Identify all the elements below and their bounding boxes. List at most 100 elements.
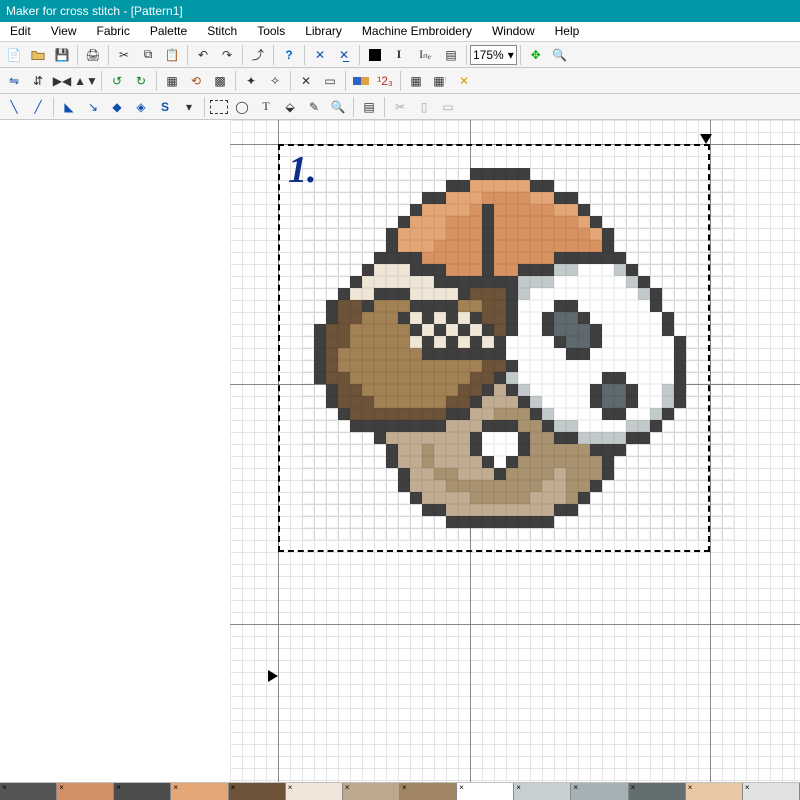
zoom-value: 175% [473, 48, 504, 62]
repeat-icon[interactable]: ⟲ [185, 70, 207, 92]
palette-swatch-4[interactable] [229, 783, 286, 800]
palette-swatch-11[interactable] [629, 783, 686, 800]
workspace: 1. Selected Stitch Types ✕ ✕◥◤◣◢╲╱▯✕◥◤◣◢… [0, 120, 800, 782]
marker-left [268, 670, 278, 682]
menu-view[interactable]: View [41, 22, 87, 41]
tool-special-icon[interactable]: S [154, 96, 176, 118]
flip-v-icon[interactable]: ⇵ [27, 70, 49, 92]
menu-machine-embroidery[interactable]: Machine Embroidery [352, 22, 482, 41]
palette-swatch-13[interactable] [743, 783, 800, 800]
crop-icon[interactable]: ✕ [295, 70, 317, 92]
magnifier-icon[interactable]: 🔍 [327, 96, 349, 118]
menu-library[interactable]: Library [295, 22, 352, 41]
tool-special-dropdown-icon[interactable]: ▾ [178, 96, 200, 118]
separator [359, 45, 360, 65]
separator [384, 97, 385, 117]
title-bar: Maker for cross stitch - [Pattern1] [0, 0, 800, 22]
menu-help[interactable]: Help [545, 22, 590, 41]
mirror-h-icon[interactable]: ▶◀ [51, 70, 73, 92]
separator [204, 97, 205, 117]
rotate-cw-icon[interactable]: ↻ [130, 70, 152, 92]
mirror-v-icon[interactable]: ▲▼ [75, 70, 97, 92]
palette-swatch-5[interactable] [286, 783, 343, 800]
palette-swatch-9[interactable] [514, 783, 571, 800]
grid-major-line [230, 624, 800, 625]
menu-fabric[interactable]: Fabric [86, 22, 139, 41]
book-icon[interactable]: ▭ [437, 96, 459, 118]
grid-dense-icon[interactable]: ▦ [405, 70, 427, 92]
measure-icon[interactable]: ✂ [389, 96, 411, 118]
tool-french-knot-icon[interactable]: ◆ [106, 96, 128, 118]
new-icon[interactable]: 📄 [3, 44, 25, 66]
separator [290, 71, 291, 91]
palette-swatch-0[interactable] [0, 783, 57, 800]
color-palette [0, 782, 800, 800]
zoom-select[interactable]: 175% ▾ [470, 45, 517, 65]
undo-icon[interactable]: ↶ [192, 44, 214, 66]
separator [77, 45, 78, 65]
preview-icon[interactable]: ▤ [358, 96, 380, 118]
text-icon[interactable]: T [255, 96, 277, 118]
tool-forwardstitch-icon[interactable]: ╱ [27, 96, 49, 118]
separator [466, 45, 467, 65]
bold-icon[interactable]: I [388, 44, 410, 66]
palette-swatch-8[interactable] [457, 783, 514, 800]
marker-top [700, 134, 712, 144]
menu-stitch[interactable]: Stitch [197, 22, 247, 41]
save-icon[interactable]: 💾 [51, 44, 73, 66]
rotate-ccw-icon[interactable]: ↺ [106, 70, 128, 92]
yellow-x-icon[interactable]: ✕ [453, 70, 475, 92]
toolbar-row-1: 📄 💾 🖨 ✂ ⧉ 📋 ↶ ↷ ⤴ ? ✕ ✕̲ I Iₙₑ ▤ 175% ▾ … [0, 42, 800, 68]
copy-icon[interactable]: ⧉ [137, 44, 159, 66]
chevron-down-icon: ▾ [508, 48, 514, 62]
grid-warning-icon[interactable]: ▦! [429, 70, 451, 92]
fill-icon[interactable]: ⬙ [279, 96, 301, 118]
numbers-icon[interactable]: ¹2₃ [374, 70, 396, 92]
menu-bar: EditViewFabricPaletteStitchToolsLibraryM… [0, 22, 800, 42]
menu-edit[interactable]: Edit [0, 22, 41, 41]
menu-window[interactable]: Window [482, 22, 545, 41]
palette-swatch-10[interactable] [571, 783, 628, 800]
palette-swatch-2[interactable] [114, 783, 171, 800]
print-icon[interactable]: 🖨 [82, 44, 104, 66]
tool-bead-icon[interactable]: ◈ [130, 96, 152, 118]
help-icon[interactable]: ? [278, 44, 300, 66]
redo-icon[interactable]: ↷ [216, 44, 238, 66]
palette-swatch-6[interactable] [343, 783, 400, 800]
half-stitch-icon[interactable]: ✕̲ [333, 44, 355, 66]
zoom-tool-icon[interactable]: 🔍 [549, 44, 571, 66]
eyedropper-icon[interactable]: ✎ [303, 96, 325, 118]
palette-swatch-7[interactable] [400, 783, 457, 800]
menu-tools[interactable]: Tools [247, 22, 295, 41]
separator [101, 71, 102, 91]
tile-icon[interactable]: ▩ [209, 70, 231, 92]
palette-swatch-icon[interactable] [350, 70, 372, 92]
replace-icon[interactable]: ✦ [240, 70, 262, 92]
separator [242, 45, 243, 65]
marquee-icon[interactable]: ▭ [319, 70, 341, 92]
foreground-color[interactable] [364, 44, 386, 66]
export-icon[interactable]: ⤴ [247, 44, 269, 66]
tool-quarter-icon[interactable]: ◣ [58, 96, 80, 118]
full-stitch-icon[interactable]: ✕ [309, 44, 331, 66]
tool-straight-icon[interactable]: ↘ [82, 96, 104, 118]
italic-icon[interactable]: Iₙₑ [412, 44, 438, 66]
fit-icon[interactable]: ✥ [525, 44, 547, 66]
cut-icon[interactable]: ✂ [113, 44, 135, 66]
menu-palette[interactable]: Palette [140, 22, 197, 41]
list-icon[interactable]: ▤ [440, 44, 462, 66]
ellipse-icon[interactable]: ◯ [231, 96, 253, 118]
palette-swatch-1[interactable] [57, 783, 114, 800]
separator [345, 71, 346, 91]
merge-icon[interactable]: ✧ [264, 70, 286, 92]
paste-icon[interactable]: 📋 [161, 44, 183, 66]
design-canvas[interactable]: 1. [0, 120, 800, 782]
flip-h-icon[interactable]: ⇋ [3, 70, 25, 92]
select-rect-icon[interactable] [210, 100, 228, 114]
palette-swatch-12[interactable] [686, 783, 743, 800]
open-icon[interactable] [27, 44, 49, 66]
tool-backstitch-icon[interactable]: ╲ [3, 96, 25, 118]
guide-icon[interactable]: ▯ [413, 96, 435, 118]
palette-swatch-3[interactable] [171, 783, 228, 800]
layer-icon[interactable]: ▦ [161, 70, 183, 92]
